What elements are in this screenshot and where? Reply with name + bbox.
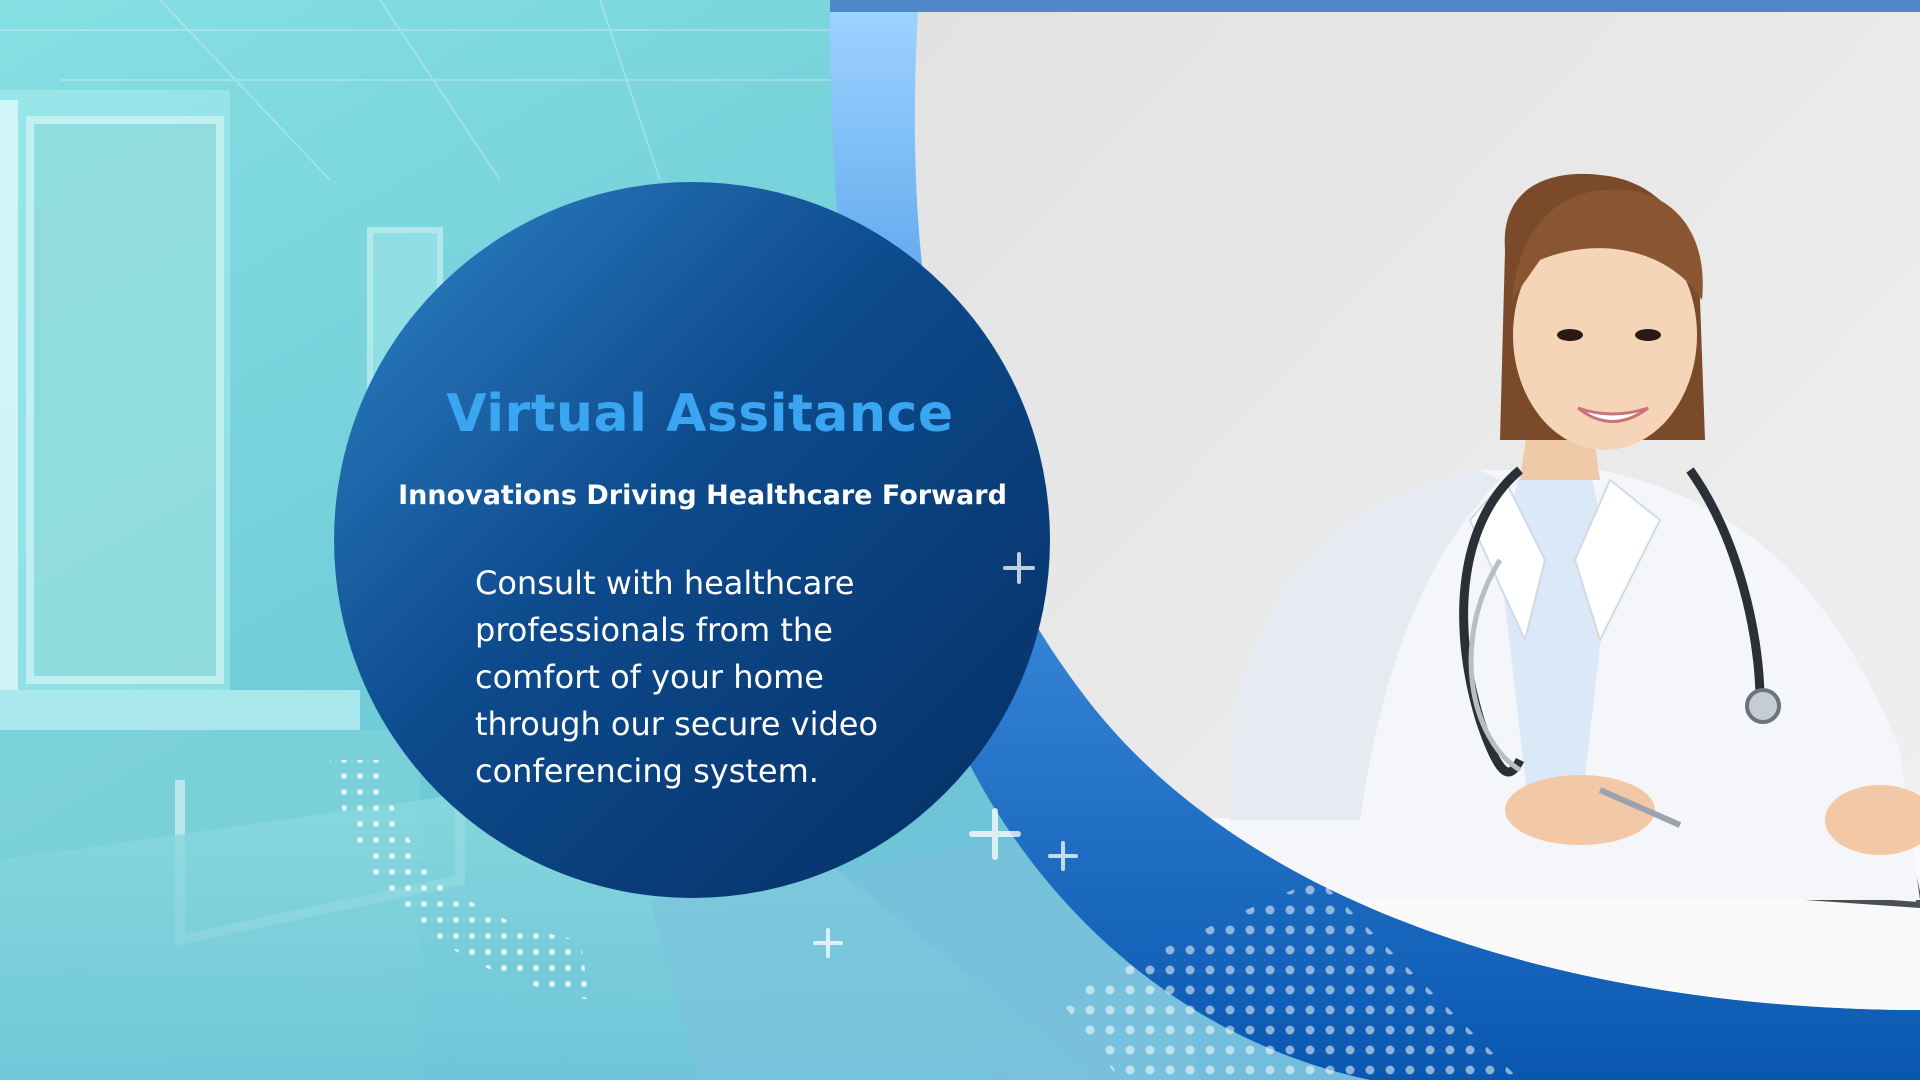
page-title: Virtual Assitance [446, 384, 954, 444]
description-text: Consult with healthcare professionals fr… [475, 564, 879, 790]
hero-banner: Virtual Assitance Innovations Driving He… [0, 0, 1920, 1080]
page-subtitle: Innovations Driving Healthcare Forward [398, 480, 1007, 511]
banner-artwork [0, 0, 1920, 1080]
